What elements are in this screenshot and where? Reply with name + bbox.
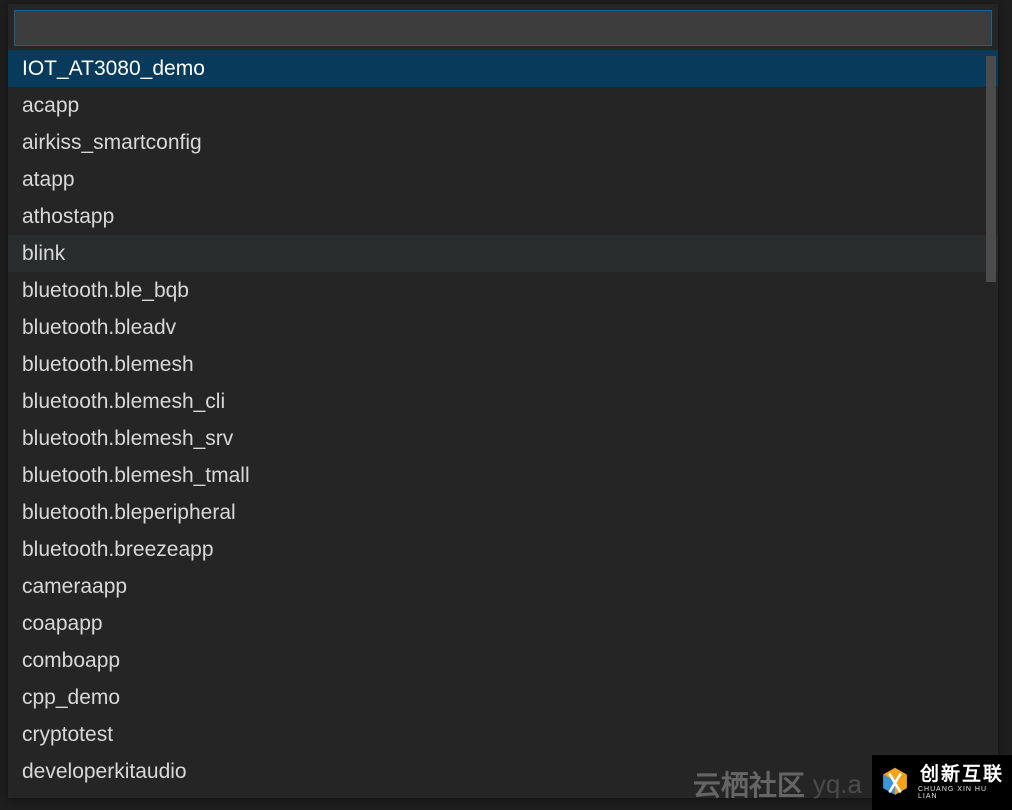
quickpick-panel: IOT_AT3080_demoacappairkiss_smartconfiga… xyxy=(8,4,998,798)
app-frame: IOT_AT3080_demoacappairkiss_smartconfiga… xyxy=(0,0,1012,810)
list-item[interactable]: athostapp xyxy=(8,198,998,235)
logo-text: 创新互联 CHUANG XIN HU LIAN xyxy=(918,765,1006,800)
logo-cn-text: 创新互联 xyxy=(920,765,1004,784)
options-list: IOT_AT3080_demoacappairkiss_smartconfiga… xyxy=(8,50,998,798)
list-item[interactable]: bluetooth.blemesh xyxy=(8,346,998,383)
list-item[interactable]: bluetooth.ble_bqb xyxy=(8,272,998,309)
list-item[interactable]: bluetooth.blemesh_srv xyxy=(8,420,998,457)
list-item[interactable]: bluetooth.blemesh_cli xyxy=(8,383,998,420)
logo-en-text: CHUANG XIN HU LIAN xyxy=(918,786,1006,800)
list-item[interactable]: acapp xyxy=(8,87,998,124)
list-item[interactable]: cpp_demo xyxy=(8,679,998,716)
list-item[interactable]: comboapp xyxy=(8,642,998,679)
list-item[interactable]: atapp xyxy=(8,161,998,198)
list-item[interactable]: developerkitaudio xyxy=(8,753,998,790)
list-item[interactable]: bluetooth.breezeapp xyxy=(8,531,998,568)
list-item[interactable]: bluetooth.blemesh_tmall xyxy=(8,457,998,494)
list-item[interactable]: IOT_AT3080_demo xyxy=(8,50,998,87)
logo-icon xyxy=(878,766,912,800)
search-input[interactable] xyxy=(14,10,992,46)
search-wrap xyxy=(8,4,998,50)
list-item[interactable]: cryptotest xyxy=(8,716,998,753)
list-item[interactable]: airkiss_smartconfig xyxy=(8,124,998,161)
list-item[interactable]: blink xyxy=(8,235,998,272)
logo-badge: 创新互联 CHUANG XIN HU LIAN xyxy=(872,755,1012,810)
list-item[interactable]: cameraapp xyxy=(8,568,998,605)
list-item[interactable]: bluetooth.bleperipheral xyxy=(8,494,998,531)
list-item[interactable]: bluetooth.bleadv xyxy=(8,309,998,346)
scrollbar-thumb[interactable] xyxy=(986,56,996,282)
list-item[interactable]: coapapp xyxy=(8,605,998,642)
